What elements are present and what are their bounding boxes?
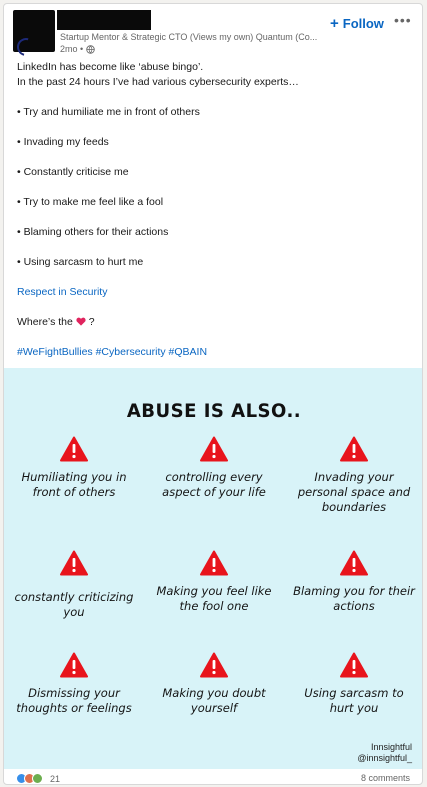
abuse-item: Dismissing your thoughts or feelings xyxy=(4,652,144,716)
warning-icon xyxy=(60,652,88,678)
warning-icon xyxy=(340,652,368,678)
abuse-item-text: Using sarcasm to hurt you xyxy=(304,686,404,715)
plus-icon: + xyxy=(330,14,339,32)
post-bullet: • Invading my feeds xyxy=(17,136,109,148)
author-name-redacted[interactable] xyxy=(57,10,151,30)
image-title: ABUSE IS ALSO.. xyxy=(126,400,302,422)
abuse-item-text: Invading your personal space and boundar… xyxy=(297,470,411,514)
warning-icon xyxy=(340,550,368,576)
warning-icon xyxy=(340,436,368,462)
post-bullet: • Try to make me feel like a fool xyxy=(17,196,164,208)
abuse-item: Invading your personal space and boundar… xyxy=(284,436,422,515)
post-question: Where’s the ? xyxy=(17,316,95,328)
warning-icon xyxy=(200,652,228,678)
reaction-count: 21 xyxy=(50,773,61,784)
abuse-item: Using sarcasm to hurt you xyxy=(284,652,422,716)
abuse-item-text: constantly criticizing you xyxy=(14,590,134,619)
abuse-item: Humiliating you in front of others xyxy=(4,436,144,500)
follow-button[interactable]: + Follow xyxy=(330,14,384,32)
credit-handle: @innsightful_ xyxy=(357,753,412,763)
abuse-item-text: Making you feel like the fool one xyxy=(156,584,272,613)
post-meta: 2mo • xyxy=(60,44,95,54)
abuse-item: Making you feel like the fool one xyxy=(144,550,284,614)
post-bullet: • Blaming others for their actions xyxy=(17,226,169,238)
abuse-item-text: Dismissing your thoughts or feelings xyxy=(16,686,132,715)
abuse-item: Blaming you for their actions xyxy=(284,550,422,614)
more-options-button[interactable]: ••• xyxy=(394,12,412,28)
support-reaction-icon xyxy=(32,773,43,784)
follow-label: Follow xyxy=(342,15,384,31)
post-bullet: • Try and humiliate me in front of other… xyxy=(17,106,200,118)
image-credit: Innsightful @innsightful_ xyxy=(357,742,412,764)
respect-in-security-link[interactable]: Respect in Security xyxy=(17,286,107,298)
comments-count-link[interactable]: 8 comments xyxy=(361,773,410,783)
abuse-item: Making you doubt yourself xyxy=(144,652,284,716)
post-bullet: • Using sarcasm to hurt me xyxy=(17,256,144,268)
abuse-item: constantly criticizing you xyxy=(4,550,144,620)
post-line: LinkedIn has become like ‘abuse bingo’. xyxy=(17,61,204,73)
reaction-icons xyxy=(16,773,43,784)
warning-icon xyxy=(200,436,228,462)
post-bullet: • Constantly criticise me xyxy=(17,166,129,178)
post-image[interactable]: ABUSE IS ALSO.. Humiliating you in front… xyxy=(4,368,422,769)
abuse-item-text: Making you doubt yourself xyxy=(162,686,266,715)
post-card: Startup Mentor & Strategic CTO (Views my… xyxy=(3,3,423,785)
hashtags[interactable]: #WeFightBullies #Cybersecurity #QBAIN xyxy=(17,346,207,358)
author-headline: Startup Mentor & Strategic CTO (Views my… xyxy=(60,32,318,42)
heart-icon xyxy=(76,317,86,326)
question-text: Where’s the xyxy=(17,316,73,328)
warning-icon xyxy=(200,550,228,576)
reactions-summary[interactable]: 21 xyxy=(16,773,60,784)
abuse-item-text: controlling every aspect of your life xyxy=(162,470,266,499)
abuse-item-text: Humiliating you in front of others xyxy=(21,470,127,499)
credit-name: Innsightful xyxy=(370,742,412,752)
post-time: 2mo • xyxy=(60,44,84,54)
warning-icon xyxy=(60,550,88,576)
warning-icon xyxy=(60,436,88,462)
globe-icon xyxy=(86,44,95,54)
post-line: In the past 24 hours I’ve had various cy… xyxy=(17,76,299,88)
question-mark: ? xyxy=(88,316,95,328)
abuse-item: controlling every aspect of your life xyxy=(144,436,284,500)
abuse-item-text: Blaming you for their actions xyxy=(293,584,415,613)
